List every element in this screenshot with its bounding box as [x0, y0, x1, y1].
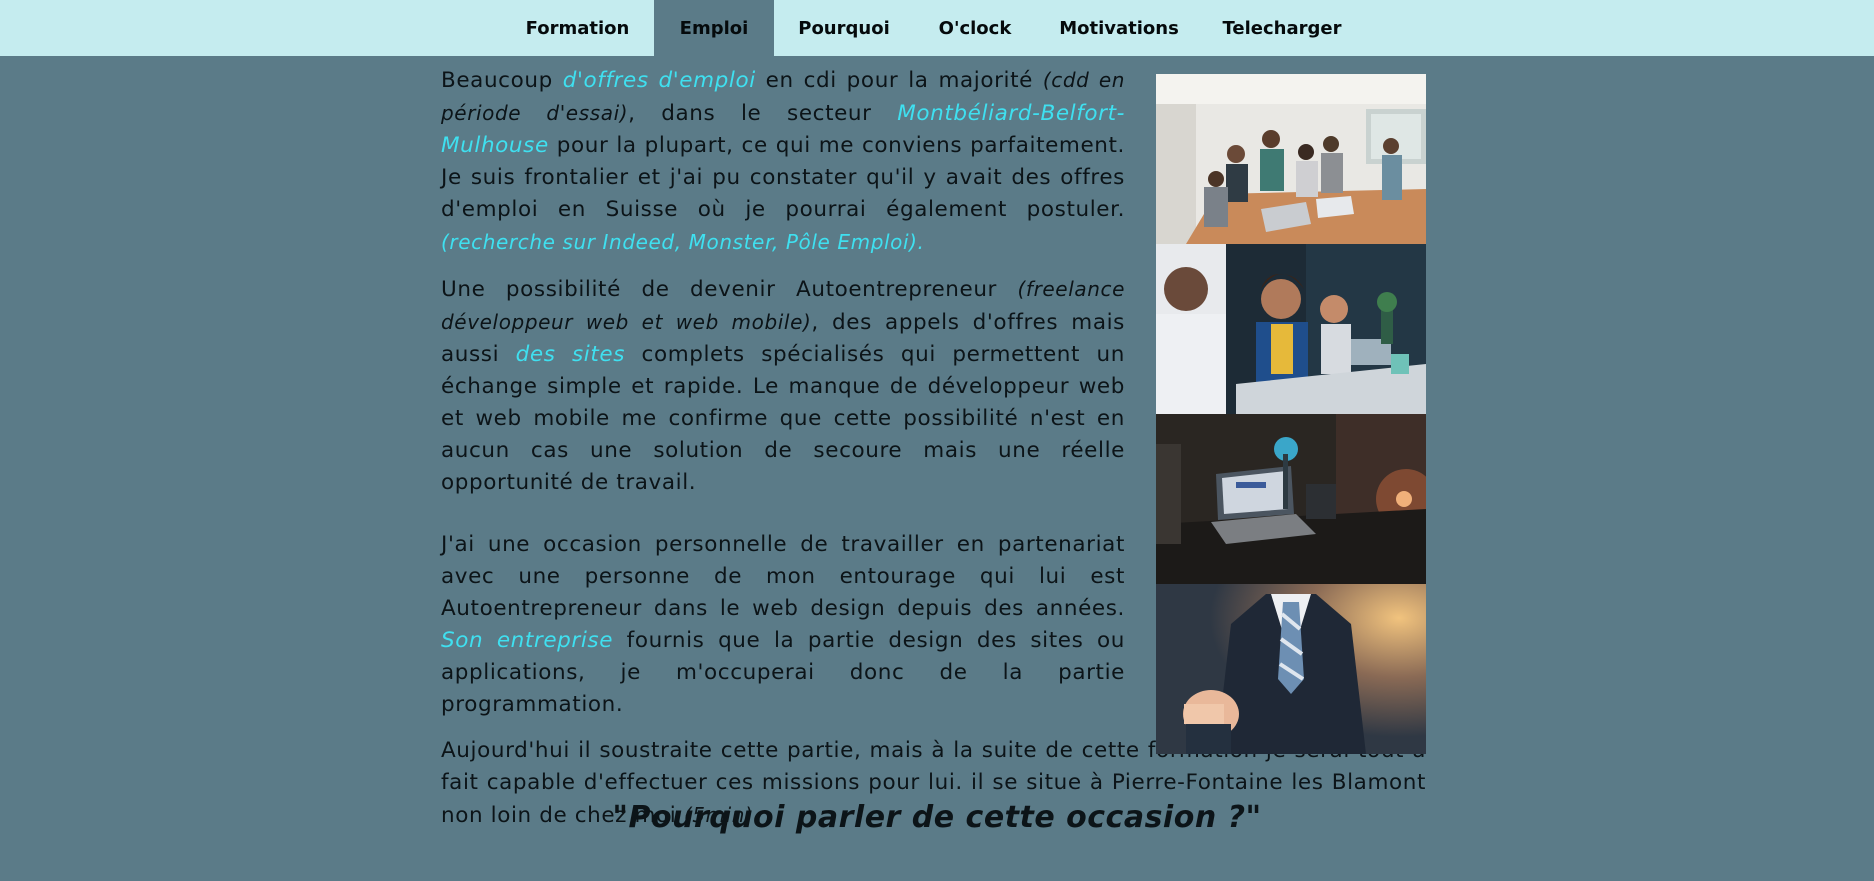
photo-column [1156, 74, 1426, 754]
text: Beaucoup [441, 68, 563, 93]
nav-pourquoi[interactable]: Pourquoi [774, 0, 914, 56]
team-meeting-photo [1156, 74, 1426, 244]
text: Une possibilité de devenir Autoentrepren… [441, 277, 1018, 302]
des-sites-link[interactable]: des sites [516, 342, 625, 367]
text: J'ai une occasion personnelle de travail… [441, 532, 1125, 621]
offres-emploi-link[interactable]: d'offres d'emploi [563, 68, 756, 93]
paragraph-offres: Beaucoup d'offres d'emploi en cdi pour l… [441, 64, 1125, 259]
paragraph-partenariat: J'ai une occasion personnelle de travail… [441, 529, 1125, 721]
businessman-pointing-photo [1156, 584, 1426, 754]
desk-laptop-night-photo [1156, 414, 1426, 584]
nav-motivations[interactable]: Motivations [1036, 0, 1202, 56]
son-entreprise-link[interactable]: Son entreprise [441, 628, 613, 653]
top-nav: Formation Emploi Pourquoi O'clock Motiva… [0, 0, 1874, 56]
note-recherche: (recherche sur Indeed, Monster, Pôle Emp… [441, 230, 925, 254]
nav-oclock[interactable]: O'clock [914, 0, 1036, 56]
text: en cdi pour la majorité [755, 68, 1043, 93]
section-subtitle: "Pourquoi parler de cette occasion ?" [612, 800, 1262, 835]
nav-formation[interactable]: Formation [505, 0, 650, 56]
text: , dans le secteur [628, 101, 898, 126]
office-workers-photo [1156, 244, 1426, 414]
paragraph-autoentrepreneur: Une possibilité de devenir Autoentrepren… [441, 273, 1125, 499]
nav-telecharger[interactable]: Telecharger [1202, 0, 1362, 56]
nav-emploi[interactable]: Emploi [654, 0, 774, 56]
